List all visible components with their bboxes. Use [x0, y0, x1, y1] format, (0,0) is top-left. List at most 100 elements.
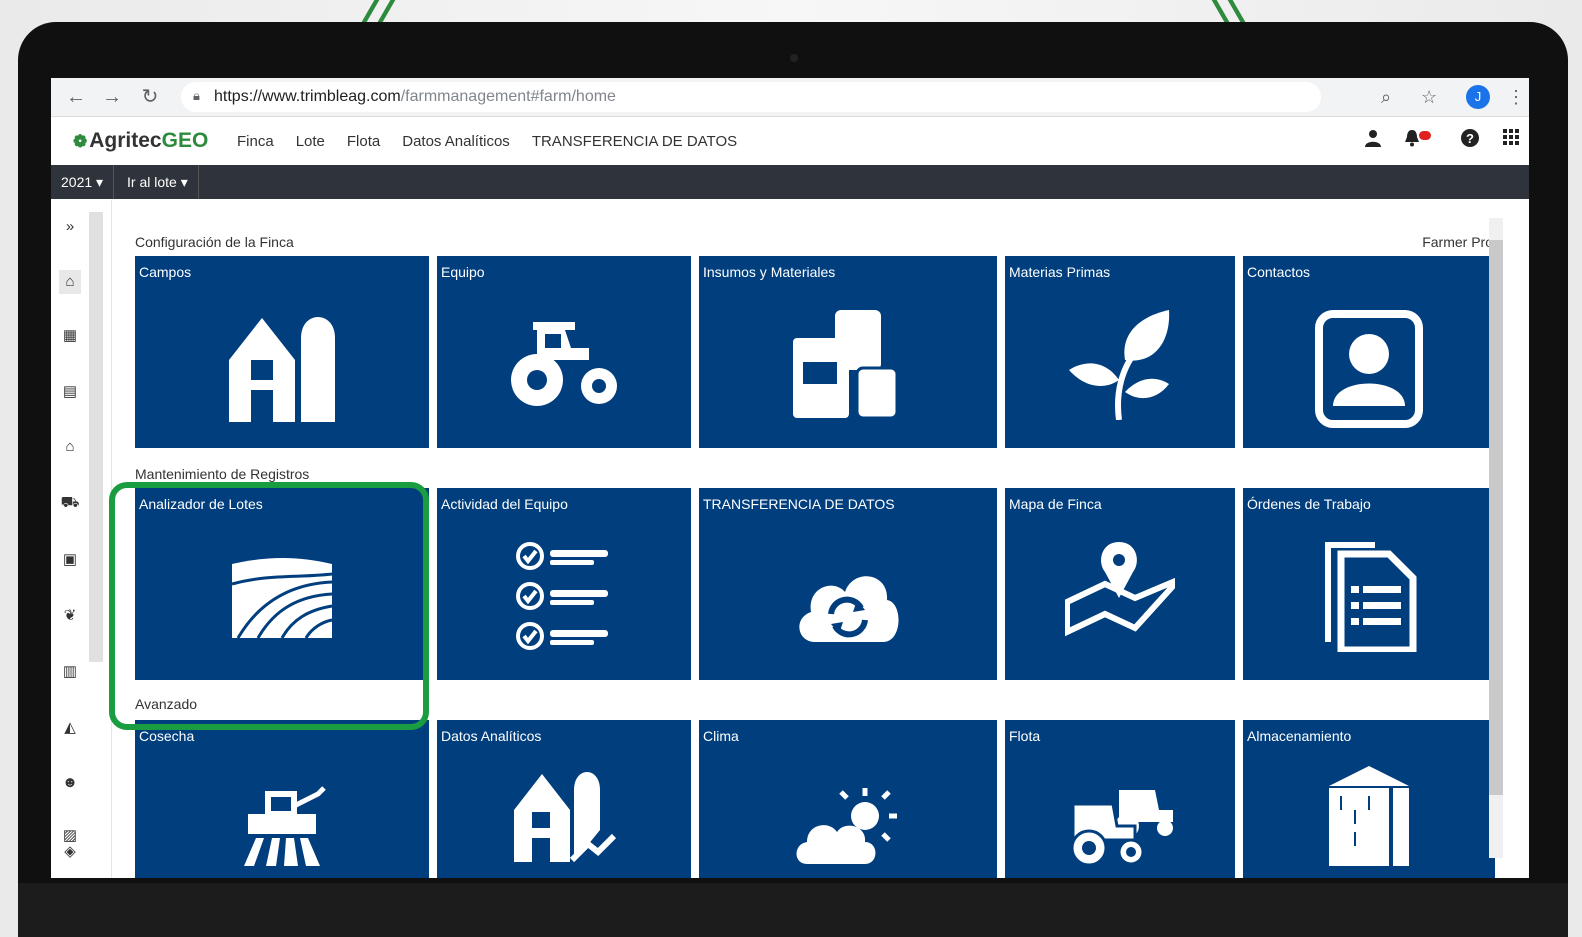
main-content: Configuración de la Finca Farmer Pro Cam… — [109, 200, 1515, 878]
context-toolbar: 2021 ▾ Ir al lote ▾ — [51, 165, 1529, 199]
expand-sidebar-icon[interactable]: » — [59, 218, 81, 235]
calendar-icon[interactable]: ▤ — [59, 382, 81, 400]
svg-text:?: ? — [1466, 131, 1474, 146]
laptop-camera — [790, 54, 798, 62]
decor-line — [361, 0, 380, 22]
tile-label: Flota — [1009, 728, 1041, 744]
people-icon[interactable]: ☻ — [59, 774, 81, 791]
tile-label: Campos — [139, 264, 192, 280]
lot-dropdown[interactable]: Ir al lote ▾ — [117, 165, 199, 199]
tile-contactos[interactable]: Contactos — [1243, 256, 1495, 448]
sidebar-scrollbar[interactable] — [89, 212, 103, 662]
tile-flota[interactable]: Flota — [1005, 720, 1235, 878]
tile-label: Insumos y Materiales — [703, 264, 836, 280]
tile-label: Equipo — [441, 264, 485, 280]
bookmark-star-icon[interactable]: ☆ — [1421, 84, 1437, 110]
section-records-title: Mantenimiento de Registros — [135, 466, 310, 482]
tile-equipo[interactable]: Equipo — [437, 256, 691, 448]
screen: ← → ↻ 🔒︎ https://www.trimbleag.com/farmm… — [51, 78, 1529, 878]
back-icon[interactable]: ← — [63, 84, 89, 110]
map-pin-icon — [1065, 542, 1175, 637]
combine-harvester-icon — [244, 786, 326, 866]
caret-down-icon: ▾ — [180, 174, 188, 190]
help-icon[interactable]: ? — [1461, 129, 1479, 153]
scrollbar-thumb[interactable] — [1489, 240, 1503, 795]
decor-line — [1227, 0, 1246, 22]
apps-grid-icon[interactable] — [1503, 129, 1519, 151]
tile-label: Almacenamiento — [1247, 728, 1352, 744]
dashboard-icon[interactable]: ▦ — [59, 326, 81, 344]
nav-transferencia[interactable]: TRANSFERENCIA DE DATOS — [532, 133, 737, 150]
documents-icon — [1325, 542, 1417, 652]
address-bar[interactable]: 🔒︎ https://www.trimbleag.com/farmmanagem… — [181, 82, 1321, 112]
equipment-icon[interactable]: ⛟ — [59, 494, 81, 513]
tile-actividad-equipo[interactable]: Actividad del Equipo — [437, 488, 691, 680]
tile-ordenes-trabajo[interactable]: Órdenes de Trabajo — [1243, 488, 1495, 680]
main-nav: Finca Lote Flota Datos Analíticos TRANSF… — [237, 133, 737, 150]
decor-line — [377, 0, 396, 22]
tile-datos-analiticos[interactable]: Datos Analíticos — [437, 720, 691, 878]
tile-materias-primas[interactable]: Materias Primas — [1005, 256, 1235, 448]
inputs-icon[interactable]: ▣ — [59, 550, 81, 568]
bell-icon[interactable] — [1403, 129, 1421, 153]
url-text: https://www.trimbleag.com/farmmanagement… — [214, 88, 616, 105]
tile-label: Mapa de Finca — [1009, 496, 1102, 512]
tile-label: Contactos — [1247, 264, 1311, 280]
section-config-title: Configuración de la Finca — [135, 234, 294, 250]
farm-analytics-icon — [514, 772, 616, 862]
nav-flota[interactable]: Flota — [347, 133, 380, 150]
zoom-icon[interactable]: ⌕ — [1381, 84, 1391, 110]
laptop-bezel-bottom — [18, 883, 1568, 937]
caret-down-icon: ▾ — [96, 174, 104, 190]
browser-toolbar: ← → ↻ 🔒︎ https://www.trimbleag.com/farmm… — [51, 78, 1529, 117]
menu-dots-icon[interactable]: ⋮ — [1507, 84, 1525, 110]
report-icon[interactable]: ◈ — [59, 842, 81, 860]
forward-icon[interactable]: → — [99, 84, 125, 110]
plan-label: Farmer Pro — [1422, 234, 1493, 250]
tile-label: Clima — [703, 728, 739, 744]
building-icon[interactable]: ▥ — [59, 662, 81, 680]
checklist-icon — [516, 542, 608, 650]
leaf-icon[interactable]: ❦ — [59, 606, 81, 624]
tile-mapa-finca[interactable]: Mapa de Finca — [1005, 488, 1235, 680]
tile-label: Órdenes de Trabajo — [1247, 496, 1371, 512]
app-logo[interactable]: ❁AgritecGEO — [73, 129, 208, 153]
lock-icon: 🔒︎ — [193, 88, 200, 103]
home-icon[interactable]: ⌂ — [59, 270, 81, 294]
notification-badge — [1419, 131, 1431, 140]
barn-silo-icon — [229, 317, 335, 422]
nav-finca[interactable]: Finca — [237, 133, 274, 150]
tile-almacenamiento[interactable]: Almacenamiento — [1243, 720, 1495, 878]
tile-label: Actividad del Equipo — [441, 496, 568, 512]
plant-icon — [1069, 310, 1170, 420]
tile-insumos[interactable]: Insumos y Materiales — [699, 256, 997, 448]
contact-card-icon — [1315, 310, 1423, 428]
tile-label: Datos Analíticos — [441, 728, 542, 744]
sidebar: » ⌂ ▦ ▤ ⌂ ⛟ ▣ ❦ ▥ ◭ ☻ ▨ ◈ — [51, 200, 112, 878]
year-dropdown[interactable]: 2021 ▾ — [51, 165, 115, 199]
tile-label: TRANSFERENCIA DE DATOS — [703, 496, 895, 512]
supplies-icon — [793, 310, 899, 420]
decor-line — [1211, 0, 1230, 22]
reload-icon[interactable]: ↻ — [137, 84, 163, 110]
field-icon[interactable]: ◭ — [59, 718, 81, 736]
tile-transferencia-datos[interactable]: TRANSFERENCIA DE DATOS — [699, 488, 997, 680]
nav-datos-analiticos[interactable]: Datos Analíticos — [402, 133, 510, 150]
user-icon[interactable] — [1365, 129, 1381, 153]
tile-label: Cosecha — [139, 728, 195, 744]
tile-clima[interactable]: Clima — [699, 720, 997, 878]
farm-icon[interactable]: ⌂ — [59, 438, 81, 455]
fleet-tractors-icon — [1070, 790, 1173, 866]
profile-avatar[interactable]: J — [1466, 85, 1490, 109]
logo-mark-icon: ❁ — [73, 132, 88, 151]
tile-label: Materias Primas — [1009, 264, 1111, 280]
weather-icon — [796, 788, 897, 864]
tile-cosecha[interactable]: Cosecha — [135, 720, 429, 878]
tractor-icon — [511, 322, 617, 406]
nav-lote[interactable]: Lote — [296, 133, 325, 150]
content-scrollbar[interactable] — [1489, 218, 1503, 858]
laptop-frame: ← → ↻ 🔒︎ https://www.trimbleag.com/farmm… — [18, 22, 1568, 937]
highlight-box — [109, 482, 429, 730]
app-header: ❁AgritecGEO Finca Lote Flota Datos Analí… — [51, 117, 1529, 165]
tile-campos[interactable]: Campos — [135, 256, 429, 448]
